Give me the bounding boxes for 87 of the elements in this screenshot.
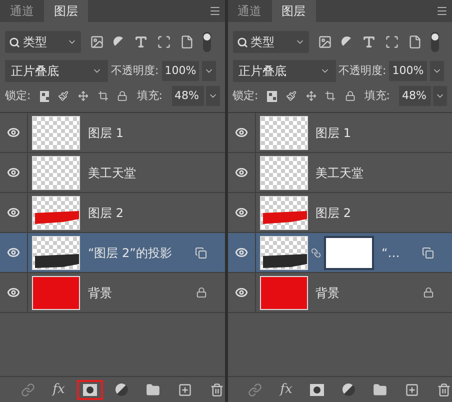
layer-row[interactable]: 图层 2 (0, 193, 224, 233)
opacity-label: 不透明度: (111, 62, 159, 79)
shape-icon[interactable] (384, 35, 398, 49)
lock-label: 锁定: (232, 88, 258, 104)
document-icon[interactable] (408, 35, 422, 49)
move-icon[interactable] (78, 90, 89, 102)
layer-name[interactable]: 图层 1 (88, 124, 224, 142)
lock-icon[interactable] (117, 90, 128, 102)
checker-icon[interactable] (40, 90, 50, 102)
fill-field[interactable]: 48% (172, 86, 204, 106)
panel-tab[interactable]: 通道 (0, 0, 44, 22)
layer-row[interactable]: 图层 1 (228, 113, 452, 153)
opacity-field[interactable]: 100% (389, 61, 427, 81)
layer-name[interactable]: 图层 2 (316, 204, 452, 222)
fill-label: 填充: (364, 88, 390, 104)
panel-tab[interactable]: 图层 (44, 0, 88, 22)
layer-name[interactable]: 美工天堂 (88, 164, 224, 182)
new-layer-icon[interactable] (405, 382, 420, 396)
layer-row[interactable]: 美工天堂 (228, 153, 452, 193)
folder-icon[interactable] (373, 382, 388, 396)
eye-icon[interactable] (7, 286, 20, 299)
type-icon[interactable] (134, 35, 148, 49)
half-circle-icon[interactable] (114, 383, 128, 396)
brush-icon[interactable] (58, 90, 70, 102)
layer-row[interactable]: “… (228, 233, 452, 273)
blend-mode-dropdown[interactable]: 正片叠底 (232, 60, 336, 82)
mask-icon[interactable] (310, 384, 324, 396)
mask-icon[interactable] (82, 384, 97, 396)
toggle-switch[interactable] (203, 32, 211, 52)
document-icon[interactable] (180, 35, 194, 49)
panel-tab[interactable]: 图层 (272, 0, 316, 22)
opacity-field[interactable]: 100% (162, 61, 200, 81)
eye-icon[interactable] (234, 166, 248, 179)
half-circle-icon[interactable] (340, 36, 352, 48)
panel-menu-icon[interactable] (436, 5, 448, 17)
half-circle-icon[interactable] (113, 36, 125, 48)
toggle-switch[interactable] (430, 32, 438, 52)
layer-row[interactable]: 图层 1 (0, 113, 224, 153)
eye-icon[interactable] (7, 206, 20, 219)
eye-icon[interactable] (234, 126, 248, 139)
layer-name[interactable]: 图层 1 (316, 124, 452, 142)
fill-label: 填充: (136, 88, 163, 104)
folder-icon[interactable] (146, 382, 160, 396)
shape-icon[interactable] (157, 35, 171, 49)
eye-icon[interactable] (7, 246, 20, 259)
layer-name[interactable]: “图层 2”的投影 (88, 244, 194, 262)
image-icon[interactable] (318, 35, 332, 49)
eye-icon[interactable] (234, 206, 248, 219)
chain-icon[interactable] (310, 248, 320, 258)
panel-tab[interactable]: 通道 (228, 0, 272, 22)
crop-icon[interactable] (325, 90, 336, 102)
eye-icon[interactable] (7, 126, 20, 139)
new-layer-icon[interactable] (178, 382, 192, 396)
layer-row[interactable]: “图层 2”的投影 (0, 233, 224, 273)
filter-dropdown[interactable]: 类型 (5, 31, 81, 53)
layer-name[interactable]: 背景 (316, 284, 423, 302)
layer-name[interactable]: 背景 (88, 284, 196, 302)
layer-row[interactable]: 背景 (228, 273, 452, 313)
layer-row[interactable]: 背景 (0, 273, 224, 313)
search-icon (9, 36, 20, 48)
trash-icon[interactable] (210, 382, 224, 396)
type-icon[interactable] (362, 35, 376, 49)
fill-field[interactable]: 48% (399, 86, 432, 106)
layer-row[interactable]: 美工天堂 (0, 153, 224, 193)
trash-icon[interactable] (437, 382, 452, 396)
lock-label: 锁定: (5, 88, 31, 104)
blend-mode-dropdown[interactable]: 正片叠底 (5, 60, 108, 82)
layer-name[interactable]: “… (382, 244, 422, 262)
fx-button[interactable]: fx (52, 380, 65, 400)
filter-dropdown[interactable]: 类型 (232, 31, 308, 53)
panel-menu-icon[interactable] (208, 5, 220, 17)
search-icon (236, 36, 248, 48)
move-icon[interactable] (306, 90, 316, 102)
image-icon[interactable] (90, 35, 104, 49)
half-circle-icon[interactable] (342, 383, 356, 396)
brush-icon[interactable] (286, 90, 297, 102)
eye-icon[interactable] (234, 286, 248, 299)
eye-icon[interactable] (234, 246, 248, 259)
eye-icon[interactable] (7, 166, 20, 179)
checker-icon[interactable] (267, 90, 277, 102)
lock-icon[interactable] (344, 90, 356, 102)
layer-name[interactable]: 美工天堂 (316, 164, 452, 182)
layer-row[interactable]: 图层 2 (228, 193, 452, 233)
layer-name[interactable]: 图层 2 (88, 204, 224, 222)
opacity-label: 不透明度: (338, 62, 386, 79)
crop-icon[interactable] (98, 90, 108, 102)
fx-button[interactable]: fx (280, 380, 292, 400)
